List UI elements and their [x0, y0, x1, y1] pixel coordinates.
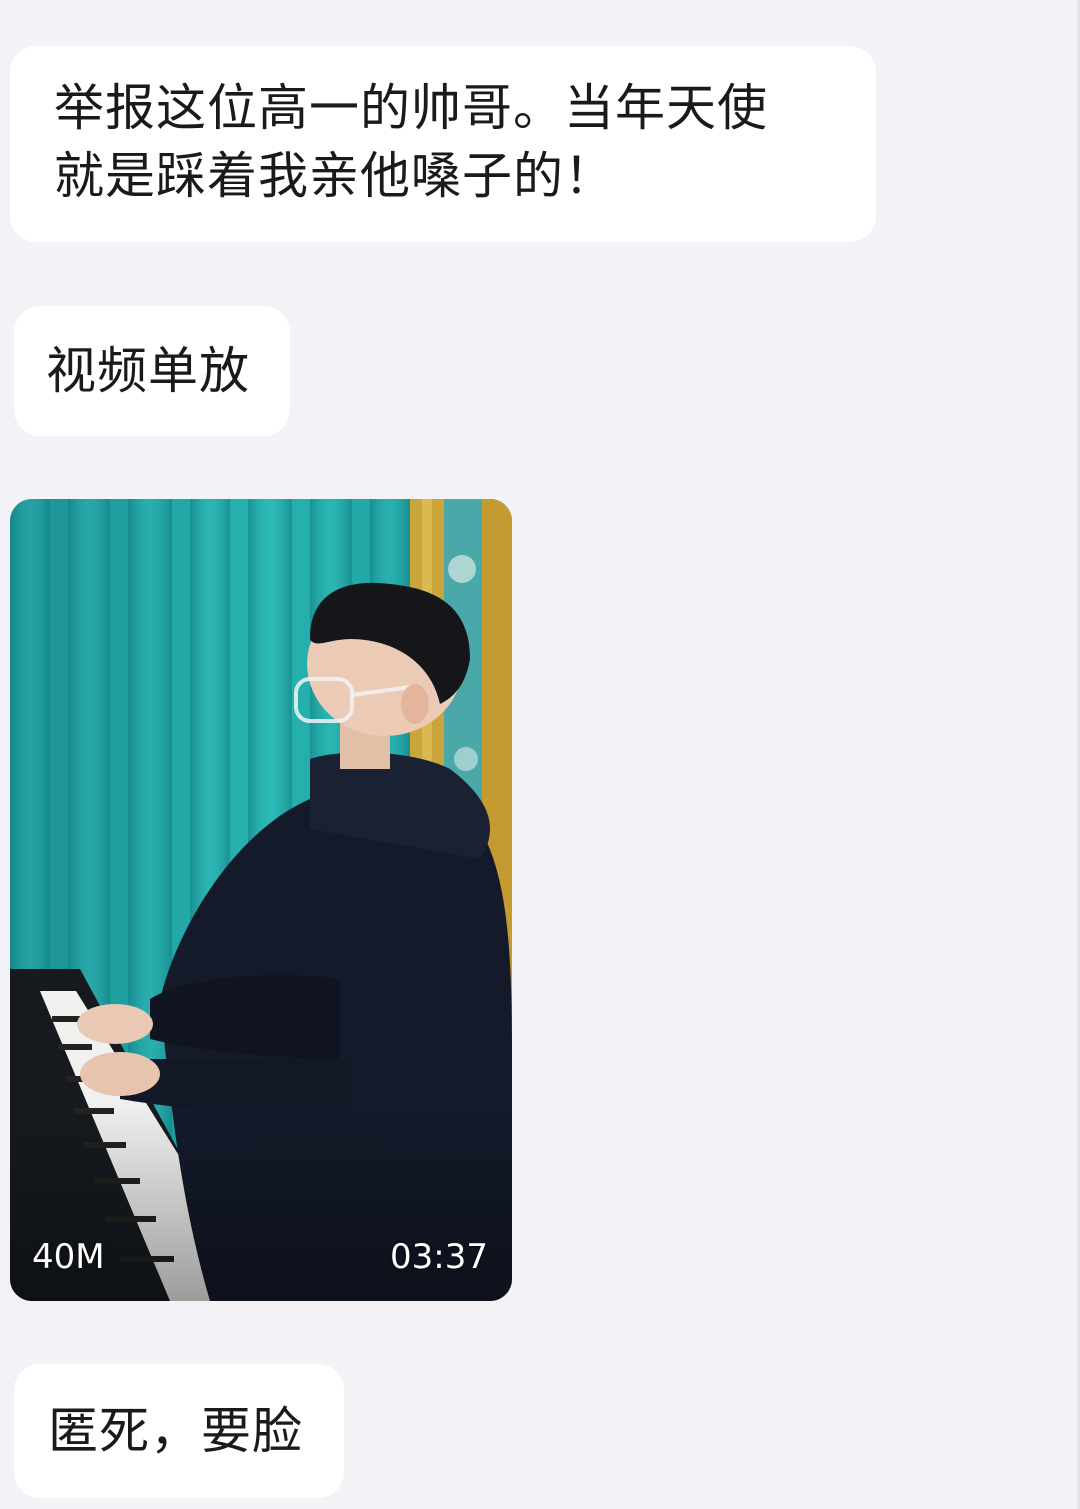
- video-message[interactable]: 40M 03:37: [10, 499, 512, 1301]
- message-line-2: 就是踩着我亲他嗓子的！: [54, 147, 615, 205]
- chat-message-list: 举报这位高一的帅哥。当年天使 就是踩着我亲他嗓子的！ 视频单放 40M 03:3…: [0, 0, 1080, 1509]
- message-bubble-report[interactable]: 举报这位高一的帅哥。当年天使 就是踩着我亲他嗓子的！: [10, 46, 876, 242]
- message-bubble-video-note[interactable]: 视频单放: [14, 306, 290, 436]
- message-text: 视频单放: [46, 342, 250, 400]
- message-bubble-reply[interactable]: 匿死，要脸: [14, 1364, 344, 1498]
- video-thumbnail-icon: [10, 499, 512, 1301]
- message-line-1: 举报这位高一的帅哥。当年天使: [54, 79, 768, 137]
- video-file-size: 40M: [32, 1237, 105, 1277]
- video-duration: 03:37: [390, 1237, 488, 1277]
- message-text: 匿死，要脸: [48, 1402, 303, 1460]
